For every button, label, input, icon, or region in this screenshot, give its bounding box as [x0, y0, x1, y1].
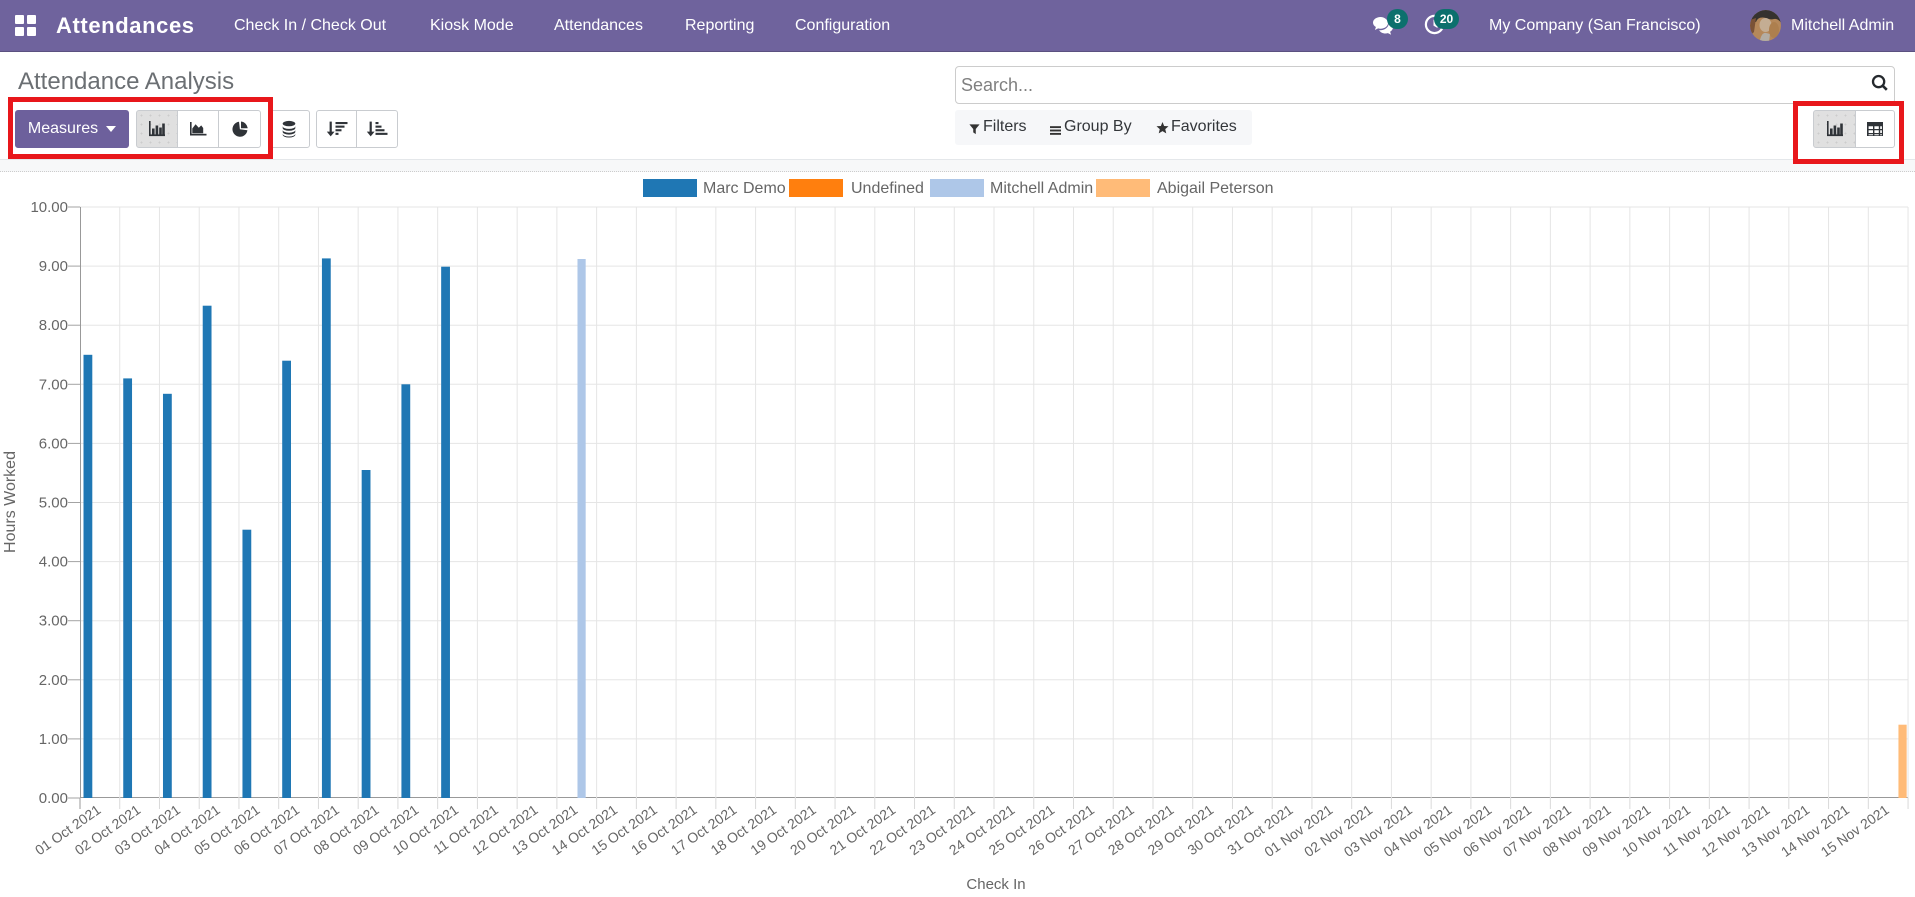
- svg-text:10.00: 10.00: [30, 199, 68, 216]
- svg-text:8.00: 8.00: [39, 317, 68, 334]
- svg-text:7.00: 7.00: [39, 376, 68, 393]
- svg-text:2.00: 2.00: [39, 672, 68, 689]
- svg-text:3.00: 3.00: [39, 613, 68, 630]
- svg-text:6.00: 6.00: [39, 435, 68, 452]
- svg-text:9.00: 9.00: [39, 258, 68, 275]
- svg-text:5.00: 5.00: [39, 495, 68, 512]
- svg-text:1.00: 1.00: [39, 731, 68, 748]
- svg-text:Check In: Check In: [966, 876, 1025, 893]
- svg-text:0.00: 0.00: [39, 790, 68, 807]
- svg-text:4.00: 4.00: [39, 554, 68, 571]
- svg-text:Hours Worked: Hours Worked: [2, 451, 19, 553]
